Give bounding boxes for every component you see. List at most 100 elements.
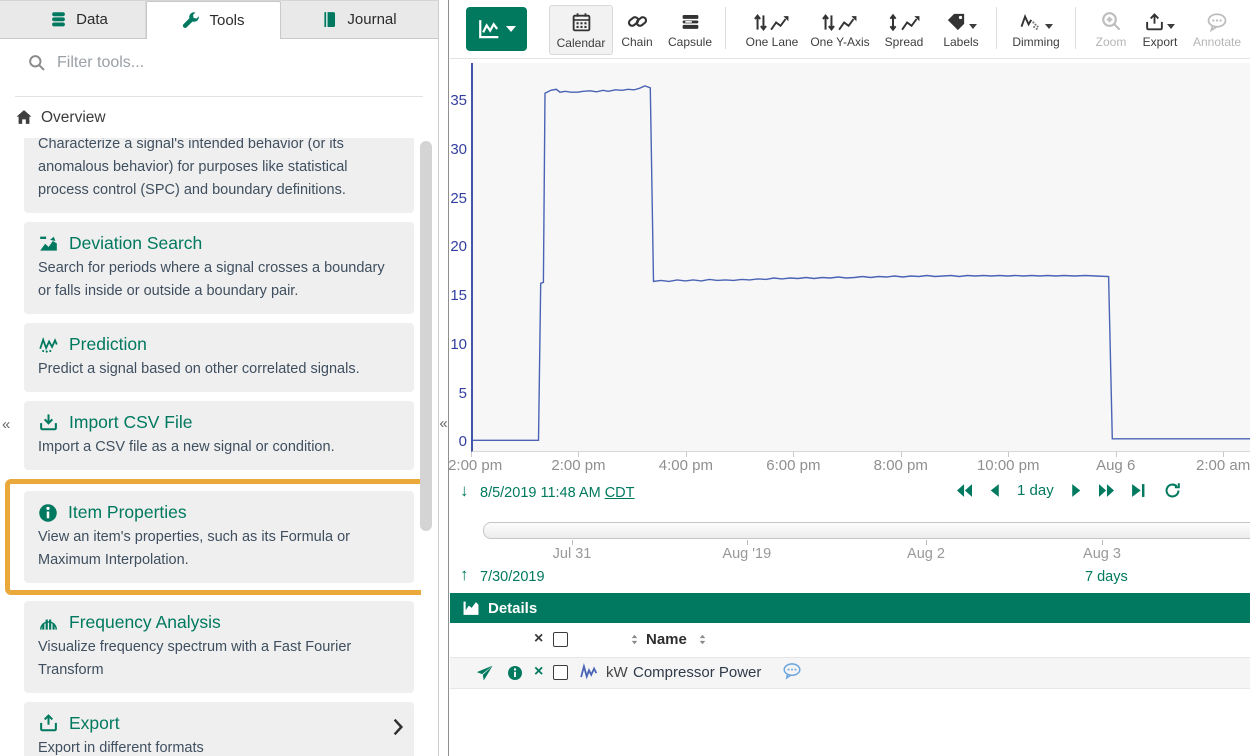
- toolbar-button-capsule[interactable]: Capsule: [661, 5, 719, 55]
- sort-icon[interactable]: [628, 632, 641, 651]
- item-properties-highlight-box: Item Properties View an item's propertie…: [5, 479, 421, 595]
- remove-all-icon[interactable]: ×: [534, 631, 543, 647]
- toolbar-button-label: One Y-Axis: [810, 35, 869, 49]
- item-unit: kW: [606, 664, 628, 681]
- tool-card-export[interactable]: Export Export in different formats: [24, 702, 414, 756]
- toolbar-separator: [1075, 7, 1076, 49]
- overview-link[interactable]: Overview: [0, 97, 438, 138]
- tool-description: View an item's properties, such as its F…: [38, 526, 400, 572]
- tool-description: Search for periods where a signal crosse…: [38, 257, 400, 303]
- panel-divider: «: [438, 0, 449, 756]
- display-range-start-link[interactable]: 8/5/2019 11:48 AM CDT: [480, 485, 635, 501]
- timeline-tick-label: Aug 3: [1083, 546, 1121, 562]
- collapse-left-panel-icon[interactable]: «: [2, 416, 10, 433]
- collapse-sidebar-icon[interactable]: «: [439, 415, 448, 432]
- toolbar-button-export[interactable]: Export: [1134, 5, 1186, 55]
- frequency-analysis-icon: [38, 613, 59, 632]
- tab-tools[interactable]: Tools: [146, 1, 281, 39]
- tool-name: Item Properties: [68, 502, 187, 523]
- step-back-button[interactable]: [988, 483, 1001, 498]
- filter-tools-input[interactable]: [29, 53, 419, 73]
- toolbar-button-label: Zoom: [1096, 35, 1127, 49]
- toolbar-button-spread[interactable]: Spread: [876, 5, 932, 55]
- step-duration-label[interactable]: 1 day: [1017, 482, 1054, 499]
- toolbar-button-dimming[interactable]: Dimming: [1003, 5, 1069, 55]
- y-axis-tick-label: 15: [450, 287, 467, 305]
- timeline-tick-label: Jul 31: [553, 546, 592, 562]
- toolbar-button-label: Calendar: [557, 36, 606, 50]
- toolbar-button-label: Chain: [621, 35, 652, 49]
- timeline-tick-mark: [747, 540, 748, 545]
- investigate-start-date[interactable]: 7/30/2019: [480, 569, 545, 585]
- x-axis-tick-mark: [1223, 452, 1224, 457]
- tool-card-frequency-analysis[interactable]: Frequency Analysis Visualize frequency s…: [24, 601, 414, 693]
- timeline-range-slider[interactable]: [483, 522, 1250, 539]
- tool-card-prediction[interactable]: Prediction Predict a signal based on oth…: [24, 323, 414, 392]
- trend-line-icon: [770, 14, 790, 32]
- view-mode-dropdown-button[interactable]: [466, 7, 527, 51]
- toolbar-button-label: Spread: [885, 35, 924, 49]
- details-title: Details: [488, 600, 537, 617]
- x-axis-tick-mark: [686, 452, 687, 457]
- remove-item-icon[interactable]: ×: [534, 664, 543, 680]
- step-back-fast-button[interactable]: [955, 483, 974, 498]
- x-axis-tick-label: 6:00 pm: [766, 457, 820, 474]
- item-info-icon[interactable]: [507, 665, 523, 685]
- tab-data[interactable]: Data: [13, 1, 146, 38]
- toolbar-button-chain[interactable]: Chain: [613, 5, 661, 55]
- tool-name: Import CSV File: [69, 412, 193, 433]
- toolbar-button-calendar[interactable]: Calendar: [549, 5, 613, 55]
- investigate-range-label[interactable]: 7 days: [1085, 569, 1128, 585]
- tab-journal[interactable]: Journal: [281, 1, 437, 38]
- select-all-checkbox[interactable]: [553, 632, 568, 647]
- item-checkbox[interactable]: [553, 665, 568, 680]
- toolbar-button-zoom[interactable]: Zoom: [1088, 5, 1134, 55]
- y-axis-tick-label: 35: [450, 92, 467, 110]
- y-axis-tick-label: 20: [450, 238, 467, 256]
- tool-card-deviation-search[interactable]: Deviation Search Search for periods wher…: [24, 222, 414, 314]
- seeq-workbench: Data Tools Journal: [0, 0, 1250, 756]
- wrench-icon: [182, 12, 200, 30]
- x-axis-labels: 12:00 pm2:00 pm4:00 pm6:00 pm8:00 pm10:0…: [450, 453, 1250, 479]
- tools-list: Characterize a signal's intended behavio…: [0, 138, 421, 756]
- details-row-compressor-power[interactable]: × kW Compressor Power: [450, 658, 1250, 689]
- toolbar-button-one-y-axis[interactable]: One Y-Axis: [804, 5, 876, 55]
- sidebar-scrollbar-thumb[interactable]: [420, 141, 432, 531]
- x-axis-tick-label: 4:00 pm: [659, 457, 713, 474]
- jump-start-icon[interactable]: ↓: [460, 481, 469, 501]
- x-axis-tick-label: 2:00 pm: [551, 457, 605, 474]
- chart-plot-area[interactable]: [471, 63, 1250, 452]
- tool-name: Export: [69, 713, 120, 734]
- sort-icon[interactable]: [696, 632, 709, 651]
- toolbar-button-annotate[interactable]: Annotate: [1186, 5, 1248, 55]
- refresh-icon[interactable]: [1164, 482, 1181, 499]
- step-to-end-button[interactable]: [1130, 483, 1146, 498]
- tool-card-boundaries[interactable]: Characterize a signal's intended behavio…: [24, 138, 414, 213]
- name-column-header[interactable]: Name: [646, 631, 687, 648]
- tool-description: Predict a signal based on other correlat…: [38, 358, 400, 381]
- toolbar-button-label: One Lane: [746, 35, 799, 49]
- toolbar-separator: [996, 7, 997, 49]
- toolbar-button-labels[interactable]: Labels: [932, 5, 990, 55]
- step-forward-fast-button[interactable]: [1097, 483, 1116, 498]
- toolbar-button-one-lane[interactable]: One Lane: [740, 5, 804, 55]
- investigate-start-icon[interactable]: ↑: [460, 565, 469, 585]
- tool-card-import-csv[interactable]: Import CSV File Import a CSV file as a n…: [24, 401, 414, 470]
- y-axis-tick-label: 5: [450, 385, 467, 403]
- autoscale-send-icon[interactable]: [476, 665, 493, 686]
- timezone-link[interactable]: CDT: [605, 485, 635, 501]
- spread-arrow-icon: [888, 13, 898, 32]
- item-properties-info-icon: [38, 503, 58, 523]
- step-forward-button[interactable]: [1070, 483, 1083, 498]
- tab-label: Journal: [347, 11, 396, 28]
- overview-label: Overview: [41, 109, 106, 127]
- details-panel-header: Details: [450, 593, 1250, 623]
- tool-description: Import a CSV file as a new signal or con…: [38, 436, 400, 459]
- tool-name: Frequency Analysis: [69, 612, 221, 633]
- tool-card-item-properties[interactable]: Item Properties View an item's propertie…: [24, 491, 414, 583]
- export-tool-icon: [38, 714, 59, 733]
- toolbar-button-label: Annotate: [1193, 35, 1241, 49]
- annotate-item-icon[interactable]: [782, 662, 802, 684]
- tool-description: Export in different formats: [38, 737, 400, 756]
- tab-label: Tools: [209, 12, 244, 29]
